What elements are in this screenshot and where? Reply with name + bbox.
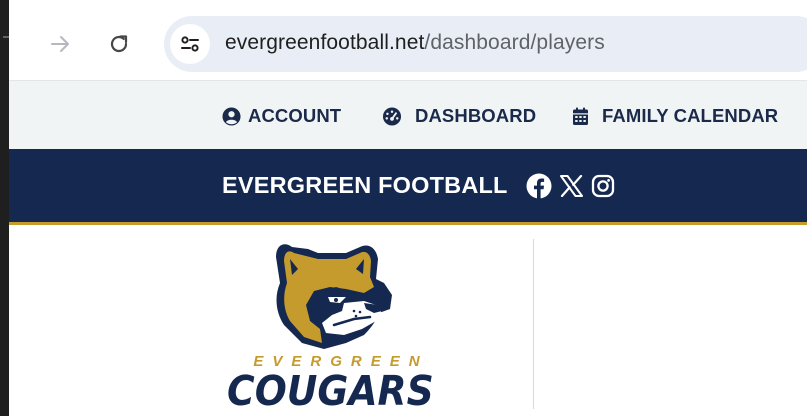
url-host: evergreenfootball.net (225, 31, 425, 54)
reload-icon (110, 35, 128, 53)
window-edge (0, 0, 9, 416)
tune-icon (181, 36, 199, 52)
nav-account-link[interactable]: ACCOUNT (222, 105, 342, 126)
reload-button[interactable] (102, 27, 136, 61)
site-title[interactable]: EVERGREEN FOOTBALL (222, 172, 508, 199)
forward-button[interactable] (43, 27, 77, 61)
arrow-right-icon (51, 36, 69, 52)
gauge-icon (382, 106, 402, 126)
nav-dashboard-label: DASHBOARD (415, 105, 537, 126)
utility-nav: ACCOUNT DASHBOARD FAMILY CALENDAR (9, 81, 807, 149)
site-header: EVERGREEN FOOTBALL (9, 149, 807, 225)
url-text[interactable]: evergreenfootball.net/dashboard/players (225, 31, 605, 55)
address-bar[interactable]: evergreenfootball.net/dashboard/players (164, 16, 807, 72)
url-path: /dashboard/players (424, 31, 605, 54)
logo-word-cougars: COUGARS (227, 367, 434, 415)
site-info-button[interactable] (170, 24, 210, 64)
instagram-icon (591, 174, 614, 197)
nav-account-label: ACCOUNT (248, 105, 342, 126)
calendar-icon (573, 107, 588, 125)
facebook-icon (526, 173, 551, 199)
instagram-link[interactable] (589, 172, 616, 199)
nav-family-calendar-label: FAMILY CALENDAR (602, 105, 779, 126)
vertical-divider (533, 239, 534, 409)
team-logo[interactable]: EVERGREEN COUGARS (214, 239, 454, 416)
user-circle-icon (222, 106, 241, 126)
nav-family-calendar-link[interactable]: FAMILY CALENDAR (572, 105, 779, 126)
x-link[interactable] (558, 172, 585, 199)
back-button-edge[interactable] (3, 36, 9, 38)
nav-dashboard-link[interactable]: DASHBOARD (381, 105, 537, 126)
cougar-mascot-icon (276, 244, 392, 349)
facebook-link[interactable] (525, 172, 552, 199)
main-content: EVERGREEN COUGARS (9, 225, 807, 416)
x-icon (560, 174, 583, 197)
browser-toolbar: evergreenfootball.net/dashboard/players (3, 0, 807, 81)
